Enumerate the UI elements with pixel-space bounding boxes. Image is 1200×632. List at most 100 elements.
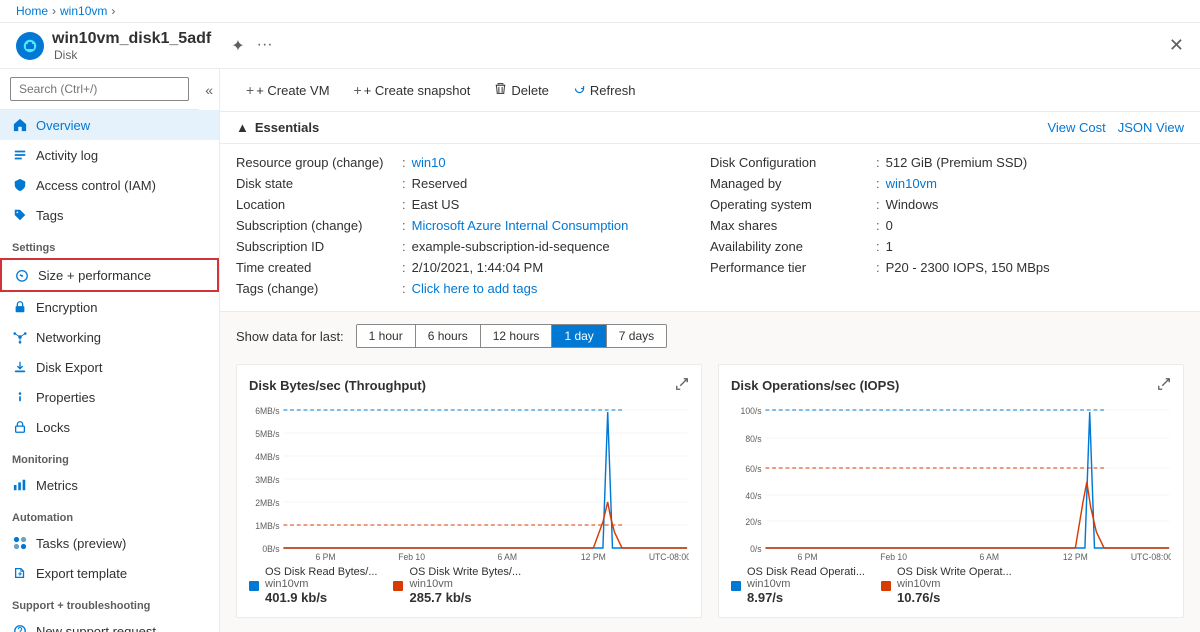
sidebar-search-row: «: [0, 69, 219, 110]
svg-text:1MB/s: 1MB/s: [255, 521, 280, 531]
essentials-row-location: Location : East US: [236, 194, 710, 215]
lock2-icon: [12, 419, 28, 435]
sidebar-item-tags[interactable]: Tags: [0, 200, 219, 230]
time-pill-6h[interactable]: 6 hours: [416, 325, 481, 347]
chart-icon: [12, 477, 28, 493]
sidebar-item-disk-export[interactable]: Disk Export: [0, 352, 219, 382]
sidebar-item-tasks[interactable]: Tasks (preview): [0, 528, 219, 558]
tags-change-link[interactable]: (change): [267, 281, 318, 296]
essentials-header: ▲ Essentials View Cost JSON View: [220, 112, 1200, 144]
rg-change-link[interactable]: (change): [332, 155, 383, 170]
search-input[interactable]: [10, 77, 189, 101]
iops-chart-area: 100/s 80/s 60/s 40/s 20/s 0/s: [731, 402, 1171, 562]
sidebar-item-locks[interactable]: Locks: [0, 412, 219, 442]
time-pill-1h[interactable]: 1 hour: [357, 325, 416, 347]
sidebar-item-access-control[interactable]: Access control (IAM): [0, 170, 219, 200]
network-icon: [12, 329, 28, 345]
create-vm-button[interactable]: + + Create VM: [236, 77, 340, 103]
iops-chart-title: Disk Operations/sec (IOPS): [731, 378, 899, 393]
more-icon[interactable]: ···: [253, 34, 277, 58]
toolbar: + + Create VM + + Create snapshot Delete: [220, 69, 1200, 112]
sidebar-label-properties: Properties: [36, 390, 95, 405]
time-pill-7d[interactable]: 7 days: [607, 325, 666, 347]
json-view-link[interactable]: JSON View: [1118, 120, 1184, 135]
time-pill-1d[interactable]: 1 day: [552, 325, 606, 347]
svg-text:20/s: 20/s: [745, 517, 762, 527]
sidebar-label-export-template: Export template: [36, 566, 127, 581]
sidebar-label-tags: Tags: [36, 208, 63, 223]
throughput-chart-header: Disk Bytes/sec (Throughput): [249, 377, 689, 394]
throughput-expand-icon[interactable]: [675, 377, 689, 394]
essentials-row-time-created: Time created : 2/10/2021, 1:44:04 PM: [236, 257, 710, 278]
tag-icon: [12, 207, 28, 223]
essentials-section: ▲ Essentials View Cost JSON View Resourc…: [220, 112, 1200, 312]
breadcrumb-resource[interactable]: win10vm: [60, 4, 107, 18]
sidebar-item-export-template[interactable]: Export template: [0, 558, 219, 588]
time-filter-pills: 1 hour 6 hours 12 hours 1 day 7 days: [356, 324, 667, 348]
breadcrumb-sep2: ›: [111, 4, 115, 18]
sidebar-label-access-control: Access control (IAM): [36, 178, 156, 193]
close-button[interactable]: ✕: [1169, 35, 1184, 56]
main-layout: « Overview Activity log: [0, 69, 1200, 632]
time-filter-label: Show data for last:: [236, 329, 344, 344]
view-cost-link[interactable]: View Cost: [1047, 120, 1105, 135]
svg-text:40/s: 40/s: [745, 491, 762, 501]
svg-text:12 PM: 12 PM: [581, 552, 606, 562]
iops-legend-write: OS Disk Write Operat... win10vm 10.76/s: [881, 566, 1012, 605]
managed-by-link[interactable]: win10vm: [886, 176, 937, 191]
sidebar-item-size-performance[interactable]: Size + performance: [0, 258, 219, 292]
sidebar-item-properties[interactable]: Properties: [0, 382, 219, 412]
throughput-chart-footer: OS Disk Read Bytes/... win10vm 401.9 kb/…: [249, 566, 689, 605]
sidebar-section-support: Support + troubleshooting: [0, 588, 219, 616]
svg-text:6MB/s: 6MB/s: [255, 406, 280, 416]
svg-text:3MB/s: 3MB/s: [255, 475, 280, 485]
essentials-row-max-shares: Max shares : 0: [710, 215, 1184, 236]
export-icon: [12, 565, 28, 581]
resource-subtitle: Disk: [54, 48, 211, 62]
tasks-icon: [12, 535, 28, 551]
sidebar-label-new-support: New support request: [36, 624, 156, 632]
sidebar-nav: Overview Activity log Access control (IA…: [0, 110, 219, 632]
rg-value-link[interactable]: win10: [412, 155, 446, 170]
sidebar-item-encryption[interactable]: Encryption: [0, 292, 219, 322]
refresh-button[interactable]: Refresh: [563, 77, 646, 103]
time-pill-12h[interactable]: 12 hours: [481, 325, 553, 347]
sidebar-item-activity-log[interactable]: Activity log: [0, 140, 219, 170]
essentials-left: Resource group (change) : win10 Disk sta…: [236, 152, 710, 299]
iops-expand-icon[interactable]: [1157, 377, 1171, 394]
breadcrumb-home[interactable]: Home: [16, 4, 48, 18]
sidebar-item-networking[interactable]: Networking: [0, 322, 219, 352]
essentials-row-os: Operating system : Windows: [710, 194, 1184, 215]
throughput-chart-title: Disk Bytes/sec (Throughput): [249, 378, 426, 393]
plus-icon: +: [246, 82, 254, 98]
chevron-down-icon[interactable]: ▲: [236, 120, 249, 135]
home-icon: [12, 117, 28, 133]
sub-value-link[interactable]: Microsoft Azure Internal Consumption: [412, 218, 629, 233]
svg-text:2MB/s: 2MB/s: [255, 498, 280, 508]
sub-change-link[interactable]: (change): [311, 218, 362, 233]
tags-value-link[interactable]: Click here to add tags: [412, 281, 538, 296]
iops-chart-card: Disk Operations/sec (IOPS) 100/s 80/s 60…: [718, 364, 1184, 618]
sidebar-label-activity-log: Activity log: [36, 148, 98, 163]
svg-text:UTC-08:00: UTC-08:00: [1131, 552, 1171, 562]
pin-icon[interactable]: ✦: [227, 34, 248, 58]
time-filter: Show data for last: 1 hour 6 hours 12 ho…: [236, 324, 1184, 348]
essentials-right: Disk Configuration : 512 GiB (Premium SS…: [710, 152, 1184, 299]
sidebar-search-container: [0, 69, 199, 110]
sidebar-label-size-performance: Size + performance: [38, 268, 151, 283]
info-icon: [12, 389, 28, 405]
svg-text:5MB/s: 5MB/s: [255, 429, 280, 439]
delete-button[interactable]: Delete: [484, 77, 559, 103]
breadcrumb-sep1: ›: [52, 4, 56, 18]
iops-write-color: [881, 581, 891, 591]
essentials-row-disk-state: Disk state : Reserved: [236, 173, 710, 194]
sidebar-item-metrics[interactable]: Metrics: [0, 470, 219, 500]
sidebar-collapse-button[interactable]: «: [199, 82, 219, 98]
svg-text:6 AM: 6 AM: [497, 552, 517, 562]
sidebar-label-metrics: Metrics: [36, 478, 78, 493]
resource-title: win10vm_disk1_5adf: [52, 30, 211, 48]
sidebar-item-new-support[interactable]: New support request: [0, 616, 219, 632]
create-snapshot-button[interactable]: + + Create snapshot: [344, 77, 481, 103]
sidebar-item-overview[interactable]: Overview: [0, 110, 219, 140]
essentials-title: ▲ Essentials: [236, 120, 319, 135]
